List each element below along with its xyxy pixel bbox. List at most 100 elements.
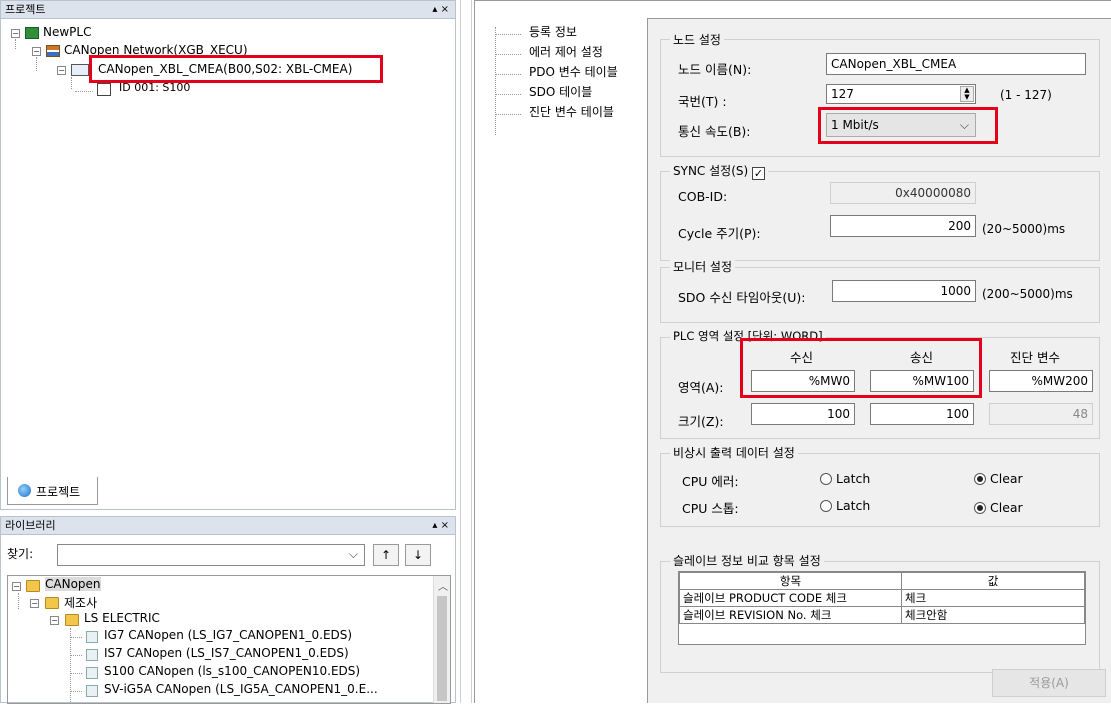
find-label: 찾기: bbox=[7, 547, 34, 561]
library-item-eds[interactable]: IS7 CANopen (LS_IS7_CANOPEN1_0.EDS) bbox=[104, 646, 349, 660]
expand-root-icon[interactable]: − bbox=[11, 29, 20, 38]
tree-item-newplc[interactable]: NewPLC bbox=[43, 25, 91, 39]
table-row[interactable]: 슬레이브 PRODUCT CODE 체크 체크 bbox=[679, 589, 1085, 607]
library-item-vendor[interactable]: LS ELECTRIC bbox=[84, 611, 160, 625]
library-panel: 라이브러리 ▴ × 찾기: ⌵ ↑ ↓ − CANopen − 제조사 − LS… bbox=[0, 516, 456, 704]
chevron-down-icon: ⌵ bbox=[348, 547, 358, 561]
table-header-value: 값 bbox=[901, 572, 1085, 590]
cpu-stop-label: CPU 스톱: bbox=[682, 501, 739, 516]
speed-label: 통신 속도(B): bbox=[678, 124, 751, 139]
sync-checkbox[interactable]: ✓ bbox=[752, 167, 766, 180]
find-up-button[interactable]: ↑ bbox=[373, 544, 399, 566]
cpu-error-label: CPU 에러: bbox=[682, 474, 739, 489]
slave-compare-title: 슬레이브 정보 비교 항목 설정 bbox=[670, 552, 824, 569]
module-icon bbox=[71, 64, 89, 76]
expand-maker-icon[interactable]: − bbox=[30, 599, 39, 608]
library-pin-close-icon[interactable]: ▴ × bbox=[432, 517, 449, 534]
expand-network-icon[interactable]: − bbox=[32, 47, 41, 56]
nav-item-error-control[interactable]: 에러 제어 설정 bbox=[529, 43, 603, 60]
table-cell-value[interactable]: 체크안함 bbox=[901, 606, 1085, 624]
cpu-stop-latch-radio[interactable] bbox=[820, 500, 832, 512]
arrow-down-icon: ↓ bbox=[412, 548, 424, 562]
project-tab-label: 프로젝트 bbox=[36, 485, 81, 499]
library-item-canopen[interactable]: CANopen bbox=[45, 577, 101, 591]
library-item-eds[interactable]: IG7 CANopen (LS_IG7_CANOPEN1_0.EDS) bbox=[104, 628, 352, 642]
find-combobox[interactable]: ⌵ bbox=[57, 544, 365, 566]
cpu-error-clear-label: Clear bbox=[990, 471, 1023, 486]
library-item-eds[interactable]: SV-iG5A CANopen (LS_IG5A_CANOPEN1_0.E... bbox=[104, 682, 378, 696]
station-label: 국번(T) : bbox=[678, 94, 727, 109]
arrow-up-icon: ↑ bbox=[380, 548, 392, 562]
cycle-range: (20~5000)ms bbox=[982, 222, 1066, 236]
library-scrollbar[interactable]: ︿ bbox=[433, 576, 450, 703]
monitor-settings-title: 모니터 설정 bbox=[670, 258, 736, 275]
table-header-row: 항목 값 bbox=[679, 572, 1085, 590]
table-row[interactable]: 슬레이브 REVISION No. 체크 체크안함 bbox=[679, 606, 1085, 624]
eds-file-icon bbox=[86, 685, 98, 697]
pin-close-icon[interactable]: ▴ × bbox=[432, 1, 449, 18]
cob-id-label: COB-ID: bbox=[678, 189, 728, 204]
slave-node-icon bbox=[97, 83, 111, 96]
cpu-error-latch-radio[interactable] bbox=[820, 473, 832, 485]
eds-file-icon bbox=[86, 667, 98, 679]
slave-compare-table-box: 항목 값 슬레이브 PRODUCT CODE 체크 체크 슬레이브 REVISI… bbox=[678, 571, 1086, 645]
table-cell-item: 슬레이브 REVISION No. 체크 bbox=[679, 606, 902, 624]
station-value: 127 bbox=[831, 87, 854, 101]
vertical-splitter[interactable] bbox=[460, 0, 472, 703]
project-panel-title: 프로젝트 bbox=[5, 3, 46, 16]
cpu-error-clear-radio[interactable] bbox=[974, 473, 986, 485]
sdo-timeout-label: SDO 수신 타임아웃(U): bbox=[678, 290, 806, 305]
cpu-stop-clear-radio[interactable] bbox=[974, 502, 986, 514]
slave-compare-table: 항목 값 슬레이브 PRODUCT CODE 체크 체크 슬레이브 REVISI… bbox=[679, 572, 1085, 624]
expand-vendor-icon[interactable]: − bbox=[50, 616, 59, 625]
size-recv-field[interactable]: 100 bbox=[751, 403, 855, 425]
expand-canopen-icon[interactable]: − bbox=[12, 582, 21, 591]
settings-form: 노드 설정 노드 이름(N): CANopen_XBL_CMEA 국번(T) :… bbox=[647, 18, 1111, 703]
node-name-field[interactable]: CANopen_XBL_CMEA bbox=[826, 53, 1086, 75]
folder-vendor-icon bbox=[65, 614, 79, 626]
table-cell-item: 슬레이브 PRODUCT CODE 체크 bbox=[679, 589, 902, 607]
project-panel-header: 프로젝트 ▴ × bbox=[1, 1, 455, 19]
library-panel-header: 라이브러리 ▴ × bbox=[1, 517, 455, 535]
scroll-up-icon[interactable]: ︿ bbox=[438, 578, 448, 593]
area-label: 영역(A): bbox=[678, 380, 724, 395]
spinner-arrows-icon[interactable]: ▲ ▼ bbox=[960, 86, 974, 102]
expand-module-icon[interactable]: − bbox=[57, 66, 66, 75]
col-diag-header: 진단 변수 bbox=[1010, 350, 1060, 365]
apply-button[interactable]: 적용(A) bbox=[992, 669, 1106, 697]
speed-highlight bbox=[818, 107, 998, 144]
nav-item-pdo-table[interactable]: PDO 변수 테이블 bbox=[529, 63, 618, 80]
area-diag-field[interactable]: %MW200 bbox=[989, 370, 1093, 392]
library-item-eds[interactable]: S100 CANopen (ls_s100_CANOPEN10.EDS) bbox=[104, 664, 360, 678]
cpu-stop-latch-label: Latch bbox=[836, 498, 871, 513]
folder-open-icon bbox=[26, 580, 40, 592]
emergency-title: 비상시 출력 데이터 설정 bbox=[670, 444, 798, 461]
library-tree-box: − CANopen − 제조사 − LS ELECTRIC IG7 CANope… bbox=[7, 575, 451, 704]
size-send-field[interactable]: 100 bbox=[870, 403, 974, 425]
find-down-button[interactable]: ↓ bbox=[405, 544, 431, 566]
library-item-maker[interactable]: 제조사 bbox=[64, 594, 97, 611]
scrollbar-thumb[interactable] bbox=[437, 596, 447, 701]
network-icon bbox=[46, 45, 60, 57]
project-tab-icon bbox=[18, 484, 31, 497]
cycle-field[interactable]: 200 bbox=[830, 215, 976, 237]
nav-item-sdo-table[interactable]: SDO 테이블 bbox=[529, 83, 592, 100]
size-diag-field: 48 bbox=[989, 403, 1093, 425]
table-cell-value[interactable]: 체크 bbox=[901, 589, 1085, 607]
eds-file-icon bbox=[86, 649, 98, 661]
nav-item-properties[interactable]: 등록 정보 bbox=[529, 23, 577, 40]
sync-settings-title: SYNC 설정(S) ✓ bbox=[670, 162, 769, 180]
cycle-label: Cycle 주기(P): bbox=[678, 226, 761, 241]
node-settings-title: 노드 설정 bbox=[670, 31, 724, 48]
nav-item-diag-table[interactable]: 진단 변수 테이블 bbox=[529, 103, 614, 120]
station-spinner[interactable]: 127 ▲ ▼ bbox=[826, 84, 976, 104]
project-tab[interactable]: 프로젝트 bbox=[7, 477, 98, 505]
station-range: (1 - 127) bbox=[1000, 88, 1052, 102]
node-name-label: 노드 이름(N): bbox=[678, 62, 752, 77]
table-header-item: 항목 bbox=[679, 572, 902, 590]
sdo-timeout-range: (200~5000)ms bbox=[982, 287, 1073, 301]
plc-icon bbox=[25, 27, 39, 39]
project-panel: 프로젝트 ▴ × − NewPLC − CANopen Network(XGB_… bbox=[0, 0, 456, 510]
sdo-timeout-field[interactable]: 1000 bbox=[832, 280, 976, 302]
cpu-stop-clear-label: Clear bbox=[990, 500, 1023, 515]
